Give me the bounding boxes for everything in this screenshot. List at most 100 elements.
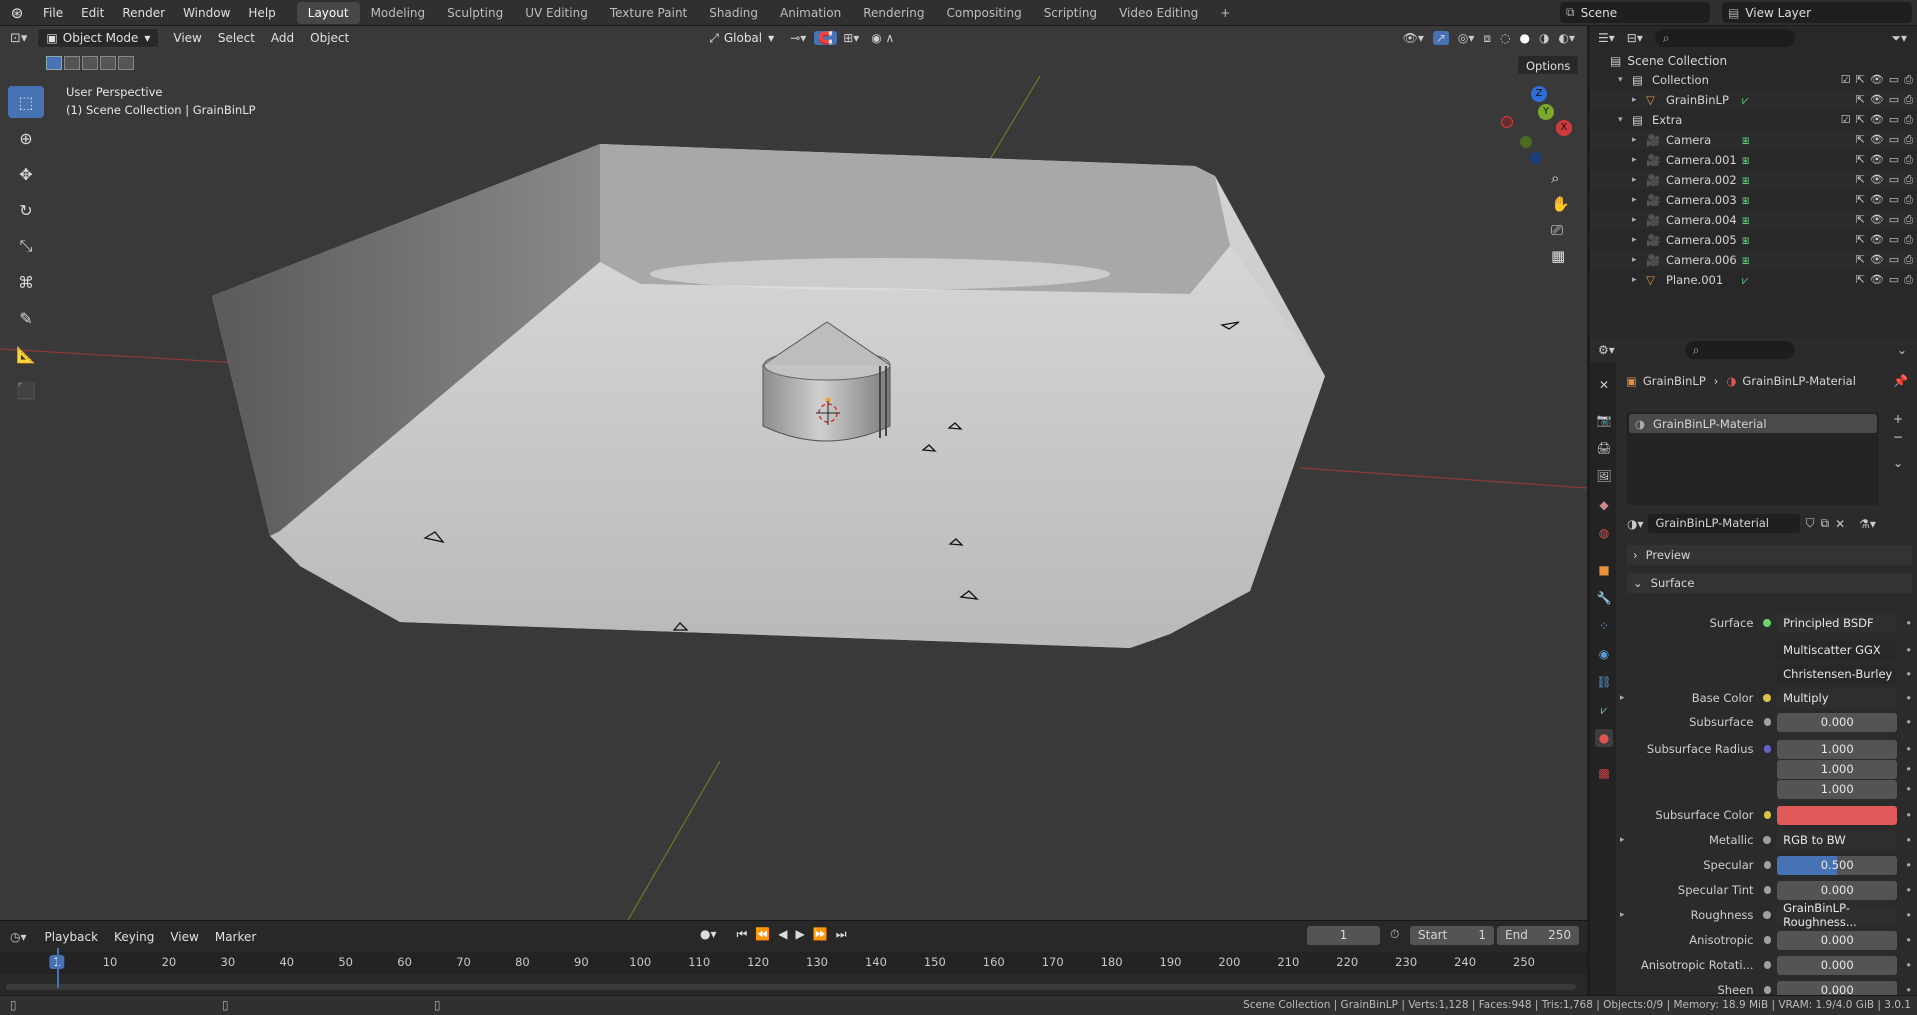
expand-right-icon[interactable]: ▸: [1632, 235, 1637, 245]
unlink-material-icon[interactable]: ✕: [1835, 517, 1845, 531]
eye-icon[interactable]: 👁: [1870, 253, 1884, 267]
render-camera-icon[interactable]: ⎙: [1904, 233, 1913, 247]
prev-keyframe-icon[interactable]: ⏪: [755, 927, 770, 942]
outliner-row-extra[interactable]: ▾ ▤ Extra ☑ ⇱ 👁 ▭ ⎙: [1590, 110, 1917, 130]
render-camera-icon[interactable]: ⎙: [1904, 213, 1913, 227]
eye-icon[interactable]: 👁: [1870, 273, 1884, 287]
modifier-tab-icon[interactable]: 🔧: [1595, 589, 1613, 607]
viewport-menu-select[interactable]: Select: [210, 28, 263, 48]
select-arrow-icon[interactable]: ⇱: [1856, 253, 1865, 267]
prop-field-link[interactable]: Principled BSDF: [1777, 613, 1898, 633]
prop-field-link[interactable]: GrainBinLP-Roughness...: [1777, 901, 1898, 929]
menu-window[interactable]: Window: [174, 2, 239, 24]
select-arrow-icon[interactable]: ⇱: [1856, 93, 1865, 107]
keyframe-dot-icon[interactable]: •: [1905, 643, 1912, 657]
outliner-editor-icon[interactable]: ☰▾: [1598, 31, 1615, 45]
move-tool-icon[interactable]: ✥: [8, 158, 44, 190]
select-arrow-icon[interactable]: ⇱: [1856, 113, 1865, 127]
select-extend-icon[interactable]: [64, 56, 80, 70]
scene-collection-row[interactable]: ▤ Scene Collection: [1610, 54, 1727, 68]
timeline-scrollbar[interactable]: [6, 984, 1576, 990]
zoom-icon[interactable]: ⌕: [1551, 169, 1570, 187]
view-layer-selector[interactable]: ▤ View Layer: [1722, 2, 1912, 23]
viewport-monitor-icon[interactable]: ▭: [1889, 173, 1899, 187]
transform-orientation[interactable]: ⤢ Global ▾: [701, 28, 782, 48]
node-options-icon[interactable]: ⚗▾: [1859, 517, 1876, 531]
prop-field-link[interactable]: Multiply: [1777, 688, 1898, 708]
viewport-monitor-icon[interactable]: ▭: [1889, 133, 1899, 147]
viewport-monitor-icon[interactable]: ▭: [1889, 113, 1899, 127]
next-keyframe-icon[interactable]: ⏩: [813, 927, 828, 942]
timeline-editor-icon[interactable]: ◷▾: [10, 930, 27, 944]
prop-field-number[interactable]: 1.000: [1777, 739, 1898, 759]
pan-hand-icon[interactable]: ✋: [1551, 195, 1570, 213]
timeline-menu-view[interactable]: View: [162, 927, 206, 947]
navigation-gizmo[interactable]: Z Y X: [1490, 86, 1580, 176]
prop-field-color[interactable]: [1777, 805, 1898, 825]
eye-icon[interactable]: 👁: [1870, 193, 1884, 207]
material-slot-list[interactable]: ◑ GrainBinLP-Material: [1627, 412, 1879, 505]
keyframe-dot-icon[interactable]: •: [1905, 616, 1912, 630]
prop-field-number[interactable]: 0.000: [1777, 712, 1898, 732]
annotate-tool-icon[interactable]: ✎: [8, 302, 44, 334]
overlay-icon[interactable]: ◎▾: [1458, 31, 1475, 45]
playhead[interactable]: [57, 948, 59, 988]
keyframe-dot-icon[interactable]: •: [1905, 808, 1912, 822]
expand-down-icon[interactable]: ▾: [1618, 115, 1623, 125]
render-camera-icon[interactable]: ⎙: [1904, 73, 1913, 87]
socket-dot-icon[interactable]: [1763, 811, 1772, 819]
render-camera-icon[interactable]: ⎙: [1904, 273, 1913, 287]
browse-material-icon[interactable]: ◑▾: [1627, 517, 1644, 531]
socket-dot-icon[interactable]: [1763, 694, 1772, 702]
socket-dot-icon[interactable]: [1763, 836, 1772, 844]
render-tab-icon[interactable]: 📷: [1595, 411, 1613, 429]
prop-field-number[interactable]: 0.000: [1777, 955, 1898, 975]
render-camera-icon[interactable]: ⎙: [1904, 153, 1913, 167]
render-camera-icon[interactable]: ⎙: [1904, 93, 1913, 107]
socket-dot-icon[interactable]: [1763, 718, 1772, 726]
prop-field-number[interactable]: 1.000: [1777, 759, 1898, 779]
add-slot-icon[interactable]: +: [1893, 412, 1903, 426]
record-icon[interactable]: ●▾: [700, 927, 717, 942]
outliner-row-camera-005[interactable]: ▸ 🎥 Camera.005 ⇱ 👁 ▭ ⎙ ⧆: [1590, 230, 1917, 250]
display-mode-icon[interactable]: ⊟▾: [1627, 31, 1643, 45]
viewport-monitor-icon[interactable]: ▭: [1889, 273, 1899, 287]
select-subtract-icon[interactable]: [82, 56, 98, 70]
physics-tab-icon[interactable]: ◉: [1595, 645, 1613, 663]
constraints-tab-icon[interactable]: ⛓: [1595, 673, 1613, 691]
tool-tab-icon[interactable]: ✕: [1595, 376, 1613, 394]
menu-file[interactable]: File: [34, 2, 72, 24]
properties-options-icon[interactable]: ⌄: [1897, 343, 1907, 357]
keyframe-dot-icon[interactable]: •: [1905, 667, 1912, 681]
properties-search-input[interactable]: ⌕: [1684, 341, 1795, 359]
proportional-edit-icon[interactable]: ◉ ∧: [871, 31, 894, 45]
keyframe-dot-icon[interactable]: •: [1905, 691, 1912, 705]
eye-icon[interactable]: 👁: [1870, 73, 1884, 87]
viewport-monitor-icon[interactable]: ▭: [1889, 193, 1899, 207]
select-arrow-icon[interactable]: ⇱: [1856, 153, 1865, 167]
remove-slot-icon[interactable]: −: [1893, 430, 1903, 444]
cursor-tool-icon[interactable]: ⊕: [8, 122, 44, 154]
preview-panel-header[interactable]: › Preview: [1627, 545, 1912, 565]
socket-dot-icon[interactable]: [1764, 785, 1772, 793]
select-arrow-icon[interactable]: ⇱: [1856, 213, 1865, 227]
render-camera-icon[interactable]: ⎙: [1904, 113, 1913, 127]
keyframe-dot-icon[interactable]: •: [1905, 883, 1912, 897]
workspace-tab-video-editing[interactable]: Video Editing: [1108, 2, 1209, 24]
keyframe-dot-icon[interactable]: •: [1905, 958, 1912, 972]
solid-shading-icon[interactable]: ●: [1520, 31, 1530, 45]
blender-logo-icon[interactable]: ⊛: [0, 0, 34, 26]
prop-field-dropdown[interactable]: Christensen-Burley: [1777, 664, 1898, 684]
outliner-row-camera-006[interactable]: ▸ 🎥 Camera.006 ⇱ 👁 ▭ ⎙ ⧆: [1590, 250, 1917, 270]
workspace-tab-modeling[interactable]: Modeling: [360, 2, 437, 24]
expand-right-icon[interactable]: ▸: [1632, 175, 1637, 185]
expand-right-icon[interactable]: ▸: [1632, 135, 1637, 145]
snap-icon[interactable]: 🧲: [814, 31, 838, 45]
viewport-monitor-icon[interactable]: ▭: [1889, 253, 1899, 267]
expand-right-icon[interactable]: ▸: [1632, 95, 1637, 105]
workspace-tab-compositing[interactable]: Compositing: [935, 2, 1032, 24]
expand-right-icon[interactable]: ▸: [1620, 835, 1634, 845]
options-button[interactable]: Options: [1517, 55, 1580, 75]
xray-icon[interactable]: ⧈: [1483, 31, 1491, 46]
view-layer-tab-icon[interactable]: 🖼: [1595, 467, 1613, 485]
